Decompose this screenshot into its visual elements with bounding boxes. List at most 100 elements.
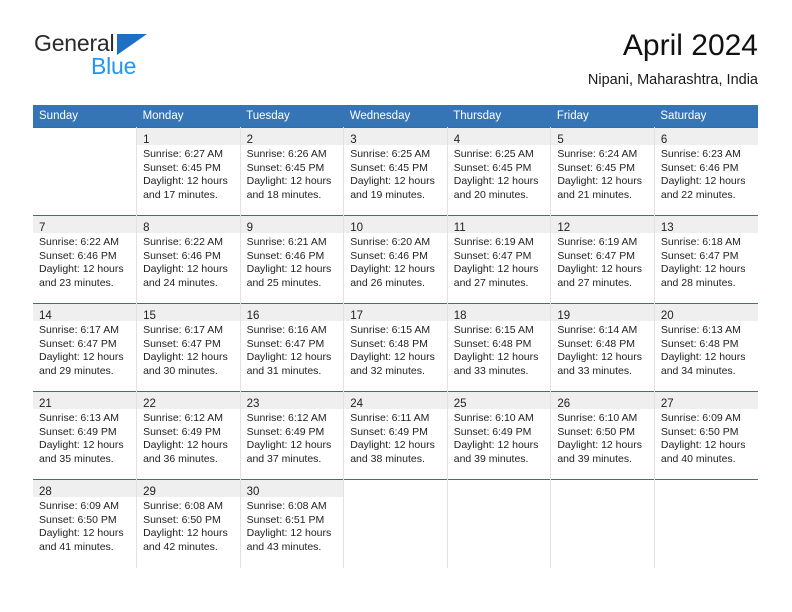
calendar-day-cell[interactable]: 10 Sunrise: 6:20 AM Sunset: 6:46 PM Dayligh… xyxy=(343,215,448,304)
day-number-band: 29 xyxy=(137,480,240,498)
day-number: 29 xyxy=(143,486,156,498)
calendar-day-cell[interactable]: 16 Sunrise: 6:16 AM Sunset: 6:47 PM Dayligh… xyxy=(240,303,345,392)
calendar-day-cell[interactable]: 4 Sunrise: 6:25 AM Sunset: 6:45 PM Daylight… xyxy=(447,127,552,216)
daylight-text-line2: and 36 minutes. xyxy=(143,452,218,465)
sunset-text: Sunset: 6:46 PM xyxy=(660,161,739,174)
calendar-day-cell[interactable]: 5 Sunrise: 6:24 AM Sunset: 6:45 PM Daylight… xyxy=(550,127,655,216)
sunrise-text: Sunrise: 6:19 AM xyxy=(557,236,638,248)
calendar-day-cell[interactable]: 24 Sunrise: 6:11 AM Sunset: 6:49 PM Dayligh… xyxy=(343,391,448,480)
day-number: 15 xyxy=(143,310,156,322)
day-number: 20 xyxy=(660,310,674,322)
day-number-band: 9 xyxy=(240,216,344,234)
day-number: 4 xyxy=(453,134,461,146)
daylight-text-line1: Daylight: 12 hours xyxy=(660,175,746,188)
calendar-day-cell-empty xyxy=(343,479,448,568)
day-number: 2 xyxy=(246,134,254,146)
calendar-day-cell[interactable]: 7 Sunrise: 6:22 AM Sunset: 6:46 PM Daylight… xyxy=(33,215,138,304)
calendar-day-cell[interactable]: 19 Sunrise: 6:14 AM Sunset: 6:48 PM Dayligh… xyxy=(550,303,655,392)
calendar-day-cell[interactable]: 23 Sunrise: 6:12 AM Sunset: 6:49 PM Dayligh… xyxy=(240,391,345,480)
calendar-day-cell[interactable]: 11 Sunrise: 6:19 AM Sunset: 6:47 PM Dayligh… xyxy=(447,215,552,304)
sunrise-text: Sunrise: 6:13 AM xyxy=(660,324,741,336)
sunset-text: Sunset: 6:48 PM xyxy=(660,337,739,350)
sunrise-text: Sunrise: 6:21 AM xyxy=(246,236,327,248)
day-details: Sunrise: 6:19 AM Sunset: 6:47 PM Daylight:… xyxy=(448,233,551,290)
day-number-band: 10 xyxy=(344,216,447,234)
calendar-day-cell[interactable]: 27 Sunrise: 6:09 AM Sunset: 6:50 PM Dayligh… xyxy=(654,391,758,480)
daylight-text-line2: and 34 minutes. xyxy=(660,364,736,377)
sunrise-text: Sunrise: 6:17 AM xyxy=(143,324,224,336)
daylight-text-line1: Daylight: 12 hours xyxy=(143,263,228,276)
day-number: 19 xyxy=(557,310,571,322)
day-details: Sunrise: 6:22 AM Sunset: 6:46 PM Daylight:… xyxy=(137,233,240,290)
calendar-day-cell[interactable]: 20 Sunrise: 6:13 AM Sunset: 6:48 PM Dayligh… xyxy=(654,303,758,392)
day-number-band: 30 xyxy=(240,480,344,498)
calendar-day-cell[interactable]: 2 Sunrise: 6:26 AM Sunset: 6:45 PM Daylight… xyxy=(240,127,345,216)
daylight-text-line1: Daylight: 12 hours xyxy=(350,351,435,364)
daylight-text-line2: and 39 minutes. xyxy=(557,452,633,465)
sunrise-text: Sunrise: 6:19 AM xyxy=(453,236,534,248)
sunrise-text: Sunrise: 6:09 AM xyxy=(39,500,119,512)
sunset-text: Sunset: 6:50 PM xyxy=(143,513,221,526)
daylight-text-line1: Daylight: 12 hours xyxy=(246,263,332,276)
day-number-band: 25 xyxy=(447,392,551,410)
day-details: Sunrise: 6:14 AM Sunset: 6:48 PM Daylight:… xyxy=(551,321,654,378)
daylight-text-line1: Daylight: 12 hours xyxy=(350,439,435,452)
calendar-day-cell[interactable]: 30 Sunrise: 6:08 AM Sunset: 6:51 PM Dayligh… xyxy=(240,479,345,568)
page-header: General Blue April 2024 Nipani, Maharash… xyxy=(33,28,758,100)
page-title: April 2024 xyxy=(622,29,758,62)
calendar-day-cell[interactable]: 12 Sunrise: 6:19 AM Sunset: 6:47 PM Dayligh… xyxy=(550,215,655,304)
sunset-text: Sunset: 6:48 PM xyxy=(350,337,428,350)
calendar-day-cell[interactable]: 18 Sunrise: 6:15 AM Sunset: 6:48 PM Dayligh… xyxy=(447,303,552,392)
sunset-text: Sunset: 6:46 PM xyxy=(350,249,428,262)
day-number: 27 xyxy=(660,398,674,410)
daylight-text-line2: and 30 minutes. xyxy=(143,364,218,377)
day-details: Sunrise: 6:13 AM Sunset: 6:49 PM Daylight:… xyxy=(33,409,136,466)
day-number-band: 11 xyxy=(447,216,551,234)
day-details: Sunrise: 6:15 AM Sunset: 6:48 PM Daylight:… xyxy=(448,321,551,378)
day-number: 24 xyxy=(350,398,363,410)
daylight-text-line2: and 17 minutes. xyxy=(143,188,218,201)
daylight-text-line2: and 39 minutes. xyxy=(453,452,529,465)
day-number: 8 xyxy=(143,222,150,234)
calendar-day-cell[interactable]: 13 Sunrise: 6:18 AM Sunset: 6:47 PM Dayligh… xyxy=(654,215,758,304)
day-number: 16 xyxy=(246,310,260,322)
calendar-week-row: 14 Sunrise: 6:17 AM Sunset: 6:47 PM Dayligh… xyxy=(33,303,758,392)
calendar-day-cell[interactable]: 25 Sunrise: 6:10 AM Sunset: 6:49 PM Dayligh… xyxy=(447,391,552,480)
calendar-day-cell[interactable]: 6 Sunrise: 6:23 AM Sunset: 6:46 PM Daylight… xyxy=(654,127,758,216)
daylight-text-line1: Daylight: 12 hours xyxy=(453,263,539,276)
sunrise-text: Sunrise: 6:09 AM xyxy=(660,412,741,424)
day-number: 21 xyxy=(39,398,52,410)
calendar-day-cell[interactable]: 26 Sunrise: 6:10 AM Sunset: 6:50 PM Dayligh… xyxy=(550,391,655,480)
weekday-header-tuesday: Tuesday xyxy=(240,105,344,128)
daylight-text-line1: Daylight: 12 hours xyxy=(453,439,539,452)
day-details: Sunrise: 6:08 AM Sunset: 6:51 PM Daylight:… xyxy=(241,497,344,554)
sunrise-text: Sunrise: 6:10 AM xyxy=(453,412,534,424)
calendar-day-cell[interactable]: 22 Sunrise: 6:12 AM Sunset: 6:49 PM Dayligh… xyxy=(136,391,241,480)
calendar-day-cell[interactable]: 8 Sunrise: 6:22 AM Sunset: 6:46 PM Daylight… xyxy=(136,215,241,304)
daylight-text-line1: Daylight: 12 hours xyxy=(350,263,435,276)
daylight-text-line2: and 33 minutes. xyxy=(557,364,633,377)
day-number: 28 xyxy=(39,486,52,498)
calendar-day-cell[interactable]: 9 Sunrise: 6:21 AM Sunset: 6:46 PM Daylight… xyxy=(240,215,345,304)
calendar-day-cell[interactable]: 21 Sunrise: 6:13 AM Sunset: 6:49 PM Dayligh… xyxy=(33,391,138,480)
day-number: 26 xyxy=(557,398,571,410)
sunset-text: Sunset: 6:49 PM xyxy=(39,425,117,438)
daylight-text-line1: Daylight: 12 hours xyxy=(557,263,642,276)
calendar-week-row: 1 Sunrise: 6:27 AM Sunset: 6:45 PM Daylight… xyxy=(33,127,758,216)
calendar-day-cell[interactable]: 29 Sunrise: 6:08 AM Sunset: 6:50 PM Dayligh… xyxy=(136,479,241,568)
calendar-day-cell[interactable]: 1 Sunrise: 6:27 AM Sunset: 6:45 PM Daylight… xyxy=(136,127,241,216)
day-number: 11 xyxy=(453,222,466,234)
day-number: 18 xyxy=(453,310,467,322)
calendar-day-cell[interactable]: 3 Sunrise: 6:25 AM Sunset: 6:45 PM Daylight… xyxy=(343,127,448,216)
daylight-text-line1: Daylight: 12 hours xyxy=(660,439,746,452)
daylight-text-line2: and 41 minutes. xyxy=(39,540,114,553)
calendar-day-cell[interactable]: 14 Sunrise: 6:17 AM Sunset: 6:47 PM Dayligh… xyxy=(33,303,138,392)
daylight-text-line1: Daylight: 12 hours xyxy=(246,175,332,188)
day-details: Sunrise: 6:23 AM Sunset: 6:46 PM Daylight:… xyxy=(655,145,758,202)
calendar-day-cell[interactable]: 28 Sunrise: 6:09 AM Sunset: 6:50 PM Dayligh… xyxy=(33,479,138,568)
calendar-day-cell[interactable]: 15 Sunrise: 6:17 AM Sunset: 6:47 PM Dayligh… xyxy=(136,303,241,392)
daylight-text-line1: Daylight: 12 hours xyxy=(660,351,746,364)
calendar-day-cell[interactable]: 17 Sunrise: 6:15 AM Sunset: 6:48 PM Dayligh… xyxy=(343,303,448,392)
day-details: Sunrise: 6:26 AM Sunset: 6:45 PM Daylight:… xyxy=(241,145,344,202)
weekday-header-friday: Friday xyxy=(550,105,655,128)
